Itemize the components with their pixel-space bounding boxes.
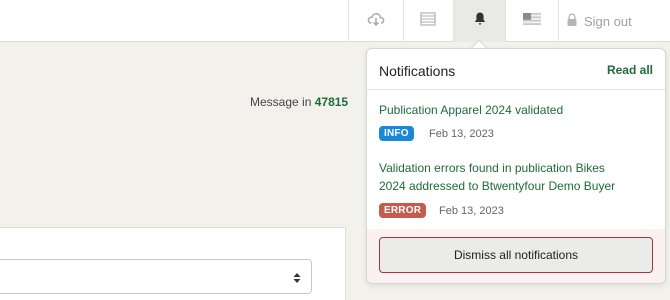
notifications-dropdown: Notifications Read all Publication Appar… [366, 48, 666, 284]
notification-title-line: 2024 addressed to Btwentyfour Demo Buyer [379, 179, 616, 193]
message-number[interactable]: 47815 [315, 95, 348, 109]
notification-date: Feb 13, 2023 [429, 128, 494, 140]
notification-title[interactable]: Validation errors found in publication B… [379, 159, 659, 195]
list-button[interactable] [403, 0, 453, 42]
notifications-header: Notifications Read all [367, 49, 665, 90]
notifications-title: Notifications [379, 63, 456, 79]
dismiss-area: Dismiss all notifications [367, 229, 665, 283]
lock-icon [566, 12, 578, 30]
sign-out-link[interactable]: Sign out [566, 0, 632, 42]
top-navigation-bar: Sign out [0, 0, 670, 42]
read-all-link[interactable]: Read all [607, 63, 653, 77]
language-button[interactable] [506, 0, 558, 42]
info-badge: INFO [379, 126, 414, 141]
error-badge: ERROR [379, 203, 427, 218]
divider [558, 0, 559, 42]
notification-title[interactable]: Publication Apparel 2024 validated [379, 101, 659, 119]
message-count: Message in 47815 [250, 95, 348, 109]
sort-arrows-icon [293, 271, 301, 283]
dismiss-all-button[interactable]: Dismiss all notifications [379, 237, 653, 273]
cloud-download-icon [367, 11, 385, 32]
message-prefix: Message in [250, 95, 312, 109]
bell-icon [473, 11, 487, 31]
notification-date: Feb 13, 2023 [439, 205, 504, 217]
us-flag-icon [523, 12, 541, 30]
notification-title-line: Validation errors found in publication B… [379, 161, 605, 175]
notifications-button[interactable] [454, 0, 505, 42]
cloud-download-button[interactable] [348, 0, 403, 42]
sign-out-label: Sign out [584, 13, 632, 29]
list-icon [420, 11, 436, 31]
select-dropdown[interactable] [0, 259, 312, 294]
